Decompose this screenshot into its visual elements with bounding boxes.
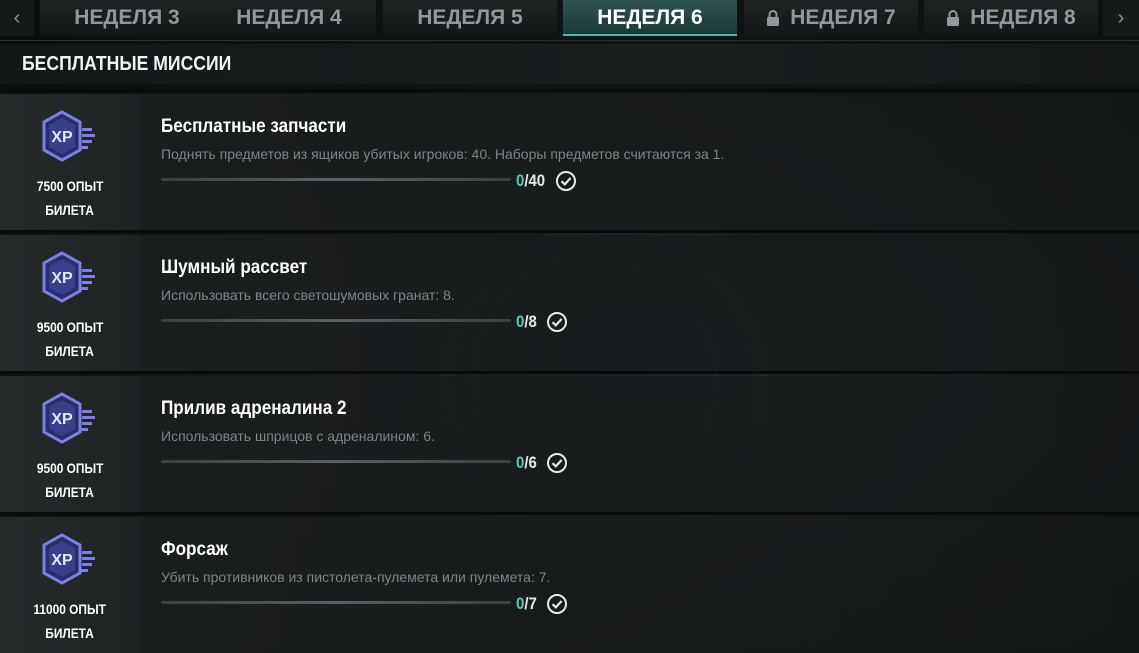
mission-title: Форсаж <box>161 539 228 560</box>
check-circle-icon <box>556 171 577 191</box>
lock-icon <box>767 10 780 26</box>
tab-label: НЕДЕЛЯ 5 <box>417 6 523 29</box>
reward-amount: 7500 ОПЫТ <box>36 178 104 194</box>
tabs-next-arrow[interactable]: › <box>1103 0 1139 36</box>
reward-amount: 9500 ОПЫТ <box>36 319 104 335</box>
mission-progress-bar <box>161 601 511 604</box>
svg-text:XP: XP <box>51 411 73 428</box>
mission-progress: 0/6 <box>516 452 568 474</box>
divider <box>0 89 1139 92</box>
svg-text:XP: XP <box>51 552 73 569</box>
mission-progress-bar <box>161 319 511 322</box>
lock-icon <box>947 10 960 26</box>
xp-badge-icon: XP <box>42 251 95 303</box>
check-circle-icon <box>546 453 567 473</box>
mission-reward: XP 9500 ОПЫТ БИЛЕТА <box>0 376 140 512</box>
divider <box>0 371 1139 374</box>
tabs-divider <box>0 40 1139 41</box>
mission-reward: XP 9500 ОПЫТ БИЛЕТА <box>0 235 140 371</box>
tab-week-3[interactable]: НЕДЕЛЯ 3 <box>40 0 214 36</box>
reward-unit: БИЛЕТА <box>45 202 95 218</box>
xp-badge-icon: XP <box>42 392 95 444</box>
tab-week-4[interactable]: НЕДЕЛЯ 4 <box>202 0 376 36</box>
mission-card[interactable]: XP 7500 ОПЫТ БИЛЕТА Бесплатные запчасти … <box>0 94 1139 230</box>
tab-week-7[interactable]: НЕДЕЛЯ 7 <box>744 0 918 36</box>
tab-week-6[interactable]: НЕДЕЛЯ 6 <box>563 0 737 36</box>
tab-week-5[interactable]: НЕДЕЛЯ 5 <box>383 0 557 36</box>
tabs-prev-arrow[interactable]: ‹ <box>0 0 34 36</box>
reward-amount: 11000 ОПЫТ <box>33 601 107 617</box>
section-title: БЕСПЛАТНЫЕ МИССИИ <box>22 52 232 75</box>
mission-title: Бесплатные запчасти <box>161 116 347 137</box>
mission-description: Использовать шприцов с адреналином: 6. <box>161 428 435 444</box>
tab-label: НЕДЕЛЯ 4 <box>236 6 342 29</box>
mission-reward: XP 7500 ОПЫТ БИЛЕТА <box>0 94 140 230</box>
mission-progress: 0/7 <box>516 593 568 615</box>
mission-reward: XP 11000 ОПЫТ БИЛЕТА <box>0 517 140 653</box>
mission-description: Использовать всего светошумовых гранат: … <box>161 287 455 303</box>
progress-total: /6 <box>524 453 537 472</box>
reward-amount: 9500 ОПЫТ <box>36 460 104 476</box>
divider <box>0 512 1139 515</box>
mission-progress: 0/8 <box>516 311 568 333</box>
svg-text:XP: XP <box>51 270 73 287</box>
progress-total: /40 <box>524 171 546 190</box>
xp-badge-icon: XP <box>42 533 95 585</box>
reward-unit: БИЛЕТА <box>45 625 95 641</box>
reward-unit: БИЛЕТА <box>45 343 95 359</box>
mission-description: Поднять предметов из ящиков убитых игрок… <box>161 146 725 162</box>
xp-badge-icon: XP <box>42 110 95 162</box>
mission-title: Прилив адреналина 2 <box>161 398 347 419</box>
mission-card[interactable]: XP 9500 ОПЫТ БИЛЕТА Шумный рассвет Испол… <box>0 235 1139 371</box>
section-header: БЕСПЛАТНЫЕ МИССИИ <box>0 44 1139 84</box>
mission-description: Убить противников из пистолета-пулемета … <box>161 569 551 585</box>
week-tabs: ‹ НЕДЕЛЯ 3 НЕДЕЛЯ 4 НЕДЕЛЯ 5 НЕДЕЛЯ 6 НЕ… <box>0 0 1139 36</box>
tab-label: НЕДЕЛЯ 8 <box>970 6 1076 29</box>
progress-total: /7 <box>524 594 537 613</box>
tab-label: НЕДЕЛЯ 7 <box>790 6 896 29</box>
mission-card[interactable]: XP 11000 ОПЫТ БИЛЕТА Форсаж Убить против… <box>0 517 1139 653</box>
svg-text:XP: XP <box>51 129 73 146</box>
check-circle-icon <box>546 594 567 614</box>
tab-week-8[interactable]: НЕДЕЛЯ 8 <box>924 0 1098 36</box>
mission-title: Шумный рассвет <box>161 257 308 278</box>
mission-progress: 0/40 <box>516 170 577 192</box>
reward-unit: БИЛЕТА <box>45 484 95 500</box>
mission-progress-bar <box>161 178 511 181</box>
check-circle-icon <box>546 312 567 332</box>
tab-label: НЕДЕЛЯ 6 <box>597 6 703 29</box>
divider <box>0 230 1139 233</box>
tab-label: НЕДЕЛЯ 3 <box>74 6 180 29</box>
mission-progress-bar <box>161 460 511 463</box>
mission-card[interactable]: XP 9500 ОПЫТ БИЛЕТА Прилив адреналина 2 … <box>0 376 1139 512</box>
progress-total: /8 <box>524 312 537 331</box>
